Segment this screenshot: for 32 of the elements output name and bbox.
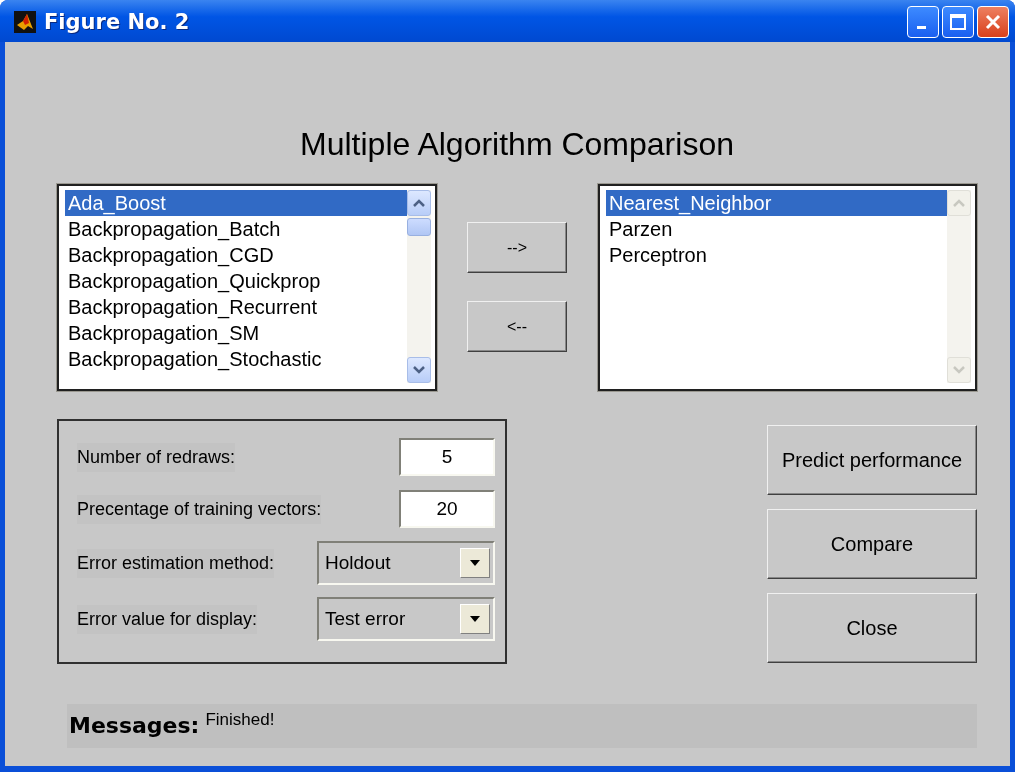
message-text: Finished! (205, 710, 275, 730)
list-item[interactable]: Backpropagation_Quickprop (65, 268, 407, 294)
list-item[interactable]: Backpropagation_Batch (65, 216, 407, 242)
app-icon (14, 11, 36, 33)
action-button[interactable]: Compare (767, 509, 977, 579)
input-field[interactable]: 5 (399, 438, 495, 476)
dropdown[interactable]: Holdout (317, 541, 495, 585)
list-item[interactable]: Backpropagation_Recurrent (65, 294, 407, 320)
scroll-up-icon[interactable] (407, 190, 431, 216)
list-item[interactable]: Parzen (606, 216, 947, 242)
window-title: Figure No. 2 (44, 10, 191, 34)
parameter-label: Precentage of training vectors: (77, 494, 322, 524)
dropdown[interactable]: Test error (317, 597, 495, 641)
parameter-label: Error value for display: (77, 604, 258, 634)
parameter-label: Error estimation method: (77, 548, 275, 578)
scroll-thumb[interactable] (407, 218, 431, 236)
messages-label: Messages: (69, 713, 200, 738)
list-item[interactable]: Perceptron (606, 242, 947, 268)
action-button[interactable]: Close (767, 593, 977, 663)
dialog-heading: Multiple Algorithm Comparison (299, 125, 735, 164)
list-item[interactable]: Ada_Boost (65, 190, 407, 216)
move-button[interactable]: --> (467, 222, 567, 273)
list-item[interactable]: Backpropagation_Stochastic (65, 346, 407, 372)
list-item[interactable]: Backpropagation_SM (65, 320, 407, 346)
input-field[interactable]: 20 (399, 490, 495, 528)
list-item[interactable]: Nearest_Neighbor (606, 190, 947, 216)
action-button[interactable]: Predict performance (767, 425, 977, 495)
move-button[interactable]: <-- (467, 301, 567, 352)
scroll-down-icon[interactable] (407, 357, 431, 383)
list-item[interactable]: Backpropagation_CGD (65, 242, 407, 268)
parameter-label: Number of redraws: (77, 442, 236, 472)
scrollbar[interactable] (407, 190, 431, 383)
